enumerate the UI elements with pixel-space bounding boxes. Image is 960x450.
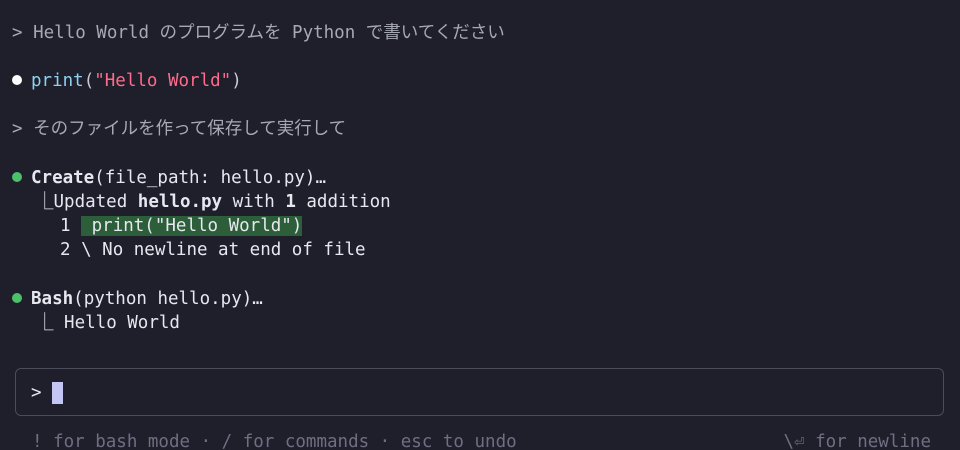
user-message-text: Hello World のプログラムを Python で書いてください: [33, 23, 505, 43]
tool-call-bash: Bash(python hello.py)…: [12, 287, 263, 311]
tool-result-create: ⎿Updated hello.py with 1 addition: [36, 190, 391, 214]
user-message-text: そのファイルを作って保存して実行して: [33, 119, 347, 139]
user-message-2: > そのファイルを作って保存して実行して: [12, 117, 346, 141]
bash-output: Hello World: [64, 313, 180, 333]
footer-hints-left: ! for bash mode · / for commands · esc t…: [32, 432, 517, 450]
assistant-reply-1: print("Hello World"): [12, 69, 242, 93]
diff-line: 1 print("Hello World"): [60, 214, 303, 238]
diff-line: 2 \ No newline at end of file: [60, 238, 366, 262]
tool-call-create: Create(file_path: hello.py)…: [12, 166, 326, 190]
prompt-symbol: >: [12, 119, 23, 139]
code-paren-open: (: [83, 71, 95, 91]
tool-name: Bash: [31, 289, 74, 309]
tool-args: (python hello.py)…: [73, 289, 263, 309]
tool-name: Create: [31, 168, 95, 188]
prompt-input-box[interactable]: >: [15, 368, 944, 416]
result-prefix: ⎿Updated: [36, 192, 138, 212]
diff-line-number: 2: [60, 240, 71, 260]
tool-result-bash: ⎿ Hello World: [36, 311, 180, 335]
footer-hint-newline: \⏎ for newline: [783, 432, 931, 450]
diff-content: \ No newline at end of file: [70, 240, 366, 260]
green-bullet-icon: [12, 172, 22, 182]
result-file: hello.py: [137, 192, 223, 212]
code-fn: print: [31, 71, 84, 91]
code-string: "Hello World": [94, 71, 232, 91]
result-count: 1: [285, 192, 296, 212]
diff-line-number: 1: [60, 216, 71, 236]
user-message-1: > Hello World のプログラムを Python で書いてください: [12, 21, 505, 45]
input-prompt-symbol: >: [31, 383, 42, 403]
result-suffix: addition: [295, 192, 391, 212]
output-prefix: ⎿: [36, 313, 65, 333]
prompt-symbol: >: [12, 23, 23, 43]
white-bullet-icon: [12, 75, 22, 85]
tool-args: (file_path: hello.py)…: [94, 168, 327, 188]
code-paren-close: ): [231, 71, 242, 91]
diff-added-content: print("Hello World"): [81, 216, 303, 236]
result-mid: with: [222, 192, 286, 212]
green-bullet-icon: [12, 293, 22, 303]
text-cursor: [52, 382, 63, 404]
